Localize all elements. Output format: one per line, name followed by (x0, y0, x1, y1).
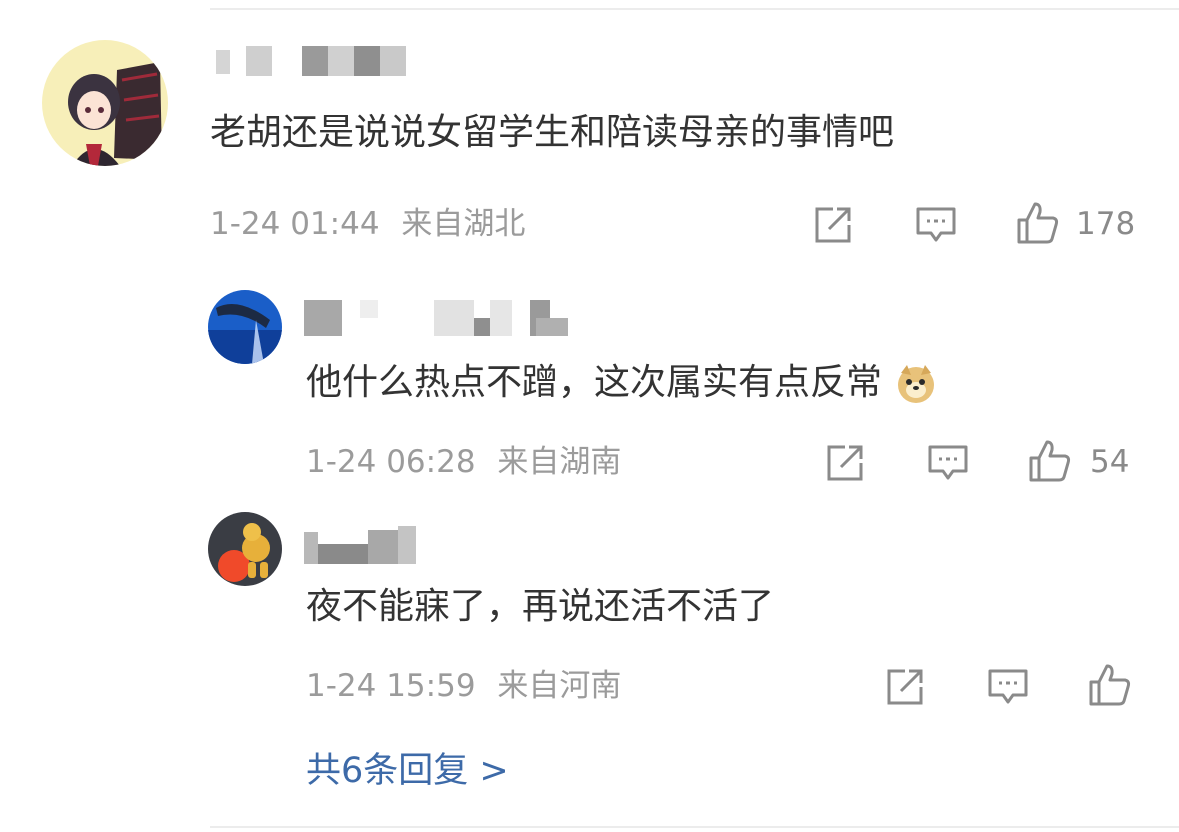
reply-meta: 1-24 15:59 来自河南 (306, 666, 621, 706)
reply-button[interactable] (984, 664, 1032, 710)
bottom-divider (210, 826, 1179, 828)
location: 来自湖北 (401, 206, 526, 242)
reply-text: 他什么热点不蹭，这次属实有点反常 (306, 360, 937, 406)
comment-text: 老胡还是说说女留学生和陪读母亲的事情吧 (210, 112, 895, 153)
timestamp: 1-24 06:28 (306, 444, 476, 480)
reply-button[interactable] (924, 440, 972, 486)
like-button[interactable] (1024, 436, 1076, 486)
like-button[interactable] (1012, 198, 1064, 248)
timestamp: 1-24 01:44 (210, 206, 380, 242)
like-button[interactable] (1084, 660, 1136, 710)
like-count: 178 (1076, 206, 1136, 242)
location: 来自河南 (497, 668, 622, 704)
reply-text-content: 他什么热点不蹭，这次属实有点反常 (306, 362, 883, 403)
reply-text: 夜不能寐了，再说还活不活了 (306, 586, 775, 627)
comment-icon (928, 445, 968, 480)
share-button[interactable] (810, 202, 858, 248)
user-name-masked[interactable] (210, 46, 420, 76)
thumbs-up-icon (1089, 664, 1131, 706)
share-icon (827, 445, 863, 481)
comment-icon (988, 669, 1028, 704)
reply-user-name-masked[interactable] (304, 300, 568, 336)
top-divider (210, 8, 1179, 10)
doge-emoji-icon (895, 363, 937, 405)
share-icon (887, 669, 923, 705)
comment-time: 1-24 01:44 来自湖北 (210, 204, 525, 244)
share-button[interactable] (822, 440, 870, 486)
reply-avatar[interactable] (208, 512, 282, 586)
reply-meta: 1-24 06:28 来自湖南 (306, 442, 621, 482)
reply-user-name-masked[interactable] (304, 522, 416, 564)
more-replies-link[interactable]: 共6条回复 > (306, 748, 509, 794)
location: 来自湖南 (497, 444, 622, 480)
avatar[interactable] (42, 40, 168, 166)
like-count: 54 (1090, 444, 1130, 480)
share-icon (815, 207, 851, 243)
thumbs-up-icon (1029, 440, 1071, 482)
comment-icon (916, 207, 956, 242)
timestamp: 1-24 15:59 (306, 668, 476, 704)
reply-button[interactable] (912, 202, 960, 248)
share-button[interactable] (882, 664, 930, 710)
thumbs-up-icon (1017, 202, 1059, 244)
reply-avatar[interactable] (208, 290, 282, 364)
